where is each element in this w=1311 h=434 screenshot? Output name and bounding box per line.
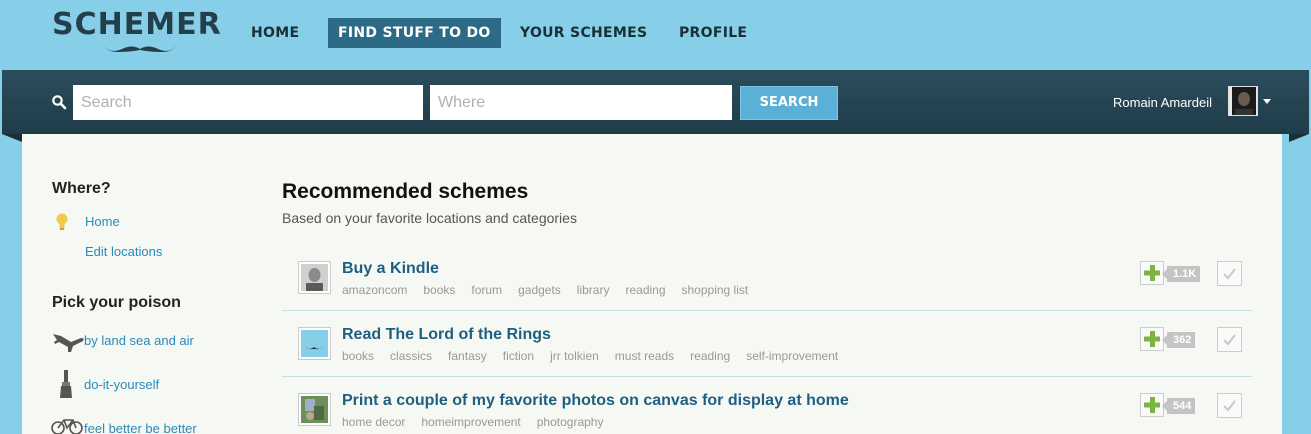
ribbon-corner-right — [1289, 134, 1309, 142]
category-by-land-sea-air[interactable]: by land sea and air — [84, 333, 194, 348]
where-heading: Where? — [52, 180, 111, 197]
tag[interactable]: library — [577, 283, 610, 297]
category-do-it-yourself[interactable]: do-it-yourself — [84, 377, 159, 392]
add-scheme-button[interactable] — [1140, 261, 1164, 285]
tag[interactable]: photography — [537, 415, 604, 429]
add-scheme-button[interactable] — [1140, 393, 1164, 417]
page-title: Recommended schemes — [282, 180, 529, 203]
top-nav: SCHEMER HOME FIND STUFF TO DO YOUR SCHEM… — [0, 0, 1311, 70]
schemer-logo-image — [301, 330, 328, 357]
plus-icon — [1144, 331, 1160, 347]
sidebar-home-link[interactable]: Home — [85, 214, 120, 229]
tag[interactable]: forum — [471, 283, 502, 297]
search-input[interactable] — [73, 85, 423, 120]
edit-locations-link[interactable]: Edit locations — [85, 244, 162, 259]
tag[interactable]: gadgets — [518, 283, 561, 297]
tag[interactable]: books — [423, 283, 455, 297]
add-scheme-button[interactable] — [1140, 327, 1164, 351]
search-button[interactable]: SEARCH — [740, 86, 838, 120]
kindle-avatar-image — [301, 264, 328, 291]
bicycle-icon — [51, 419, 83, 434]
ribbon-corner-left — [2, 134, 22, 142]
add-count-badge: 1.1K — [1161, 266, 1201, 282]
user-name[interactable]: Romain Amardeil — [1113, 95, 1212, 110]
add-count-badge: 544 — [1161, 398, 1196, 414]
paintbrush-icon — [60, 370, 72, 398]
scheme-title[interactable]: Print a couple of my favorite photos on … — [342, 392, 849, 410]
nav-home[interactable]: HOME — [251, 18, 299, 48]
airplane-icon — [53, 334, 84, 352]
where-input[interactable] — [430, 85, 732, 120]
add-count-badge: 362 — [1161, 332, 1196, 348]
tag[interactable]: fantasy — [448, 349, 487, 363]
scheme-thumbnail[interactable] — [298, 261, 331, 294]
check-icon — [1223, 268, 1236, 280]
scheme-thumbnail[interactable] — [298, 327, 331, 360]
tag[interactable]: amazoncom — [342, 283, 407, 297]
scheme-row: Print a couple of my favorite photos on … — [282, 385, 1252, 434]
tag[interactable]: must reads — [615, 349, 674, 363]
check-icon — [1223, 334, 1236, 346]
mark-done-button[interactable] — [1217, 327, 1242, 352]
divider — [282, 310, 1252, 311]
logo-text: SCHEMER — [52, 7, 222, 42]
tag[interactable]: classics — [390, 349, 432, 363]
logo[interactable]: SCHEMER — [52, 8, 221, 58]
photo-thumbnail-image — [301, 396, 328, 423]
pick-your-poison-heading: Pick your poison — [52, 294, 181, 311]
avatar-image — [1229, 87, 1257, 115]
mustache-icon — [104, 46, 176, 52]
mark-done-button[interactable] — [1217, 393, 1242, 418]
chevron-down-icon[interactable] — [1263, 99, 1271, 104]
tag[interactable]: books — [342, 349, 374, 363]
avatar[interactable] — [1228, 86, 1258, 116]
tag[interactable]: home decor — [342, 415, 405, 429]
tag[interactable]: reading — [625, 283, 665, 297]
tag[interactable]: reading — [690, 349, 730, 363]
plus-icon — [1144, 397, 1160, 413]
search-icon — [52, 95, 67, 110]
tag[interactable]: jrr tolkien — [550, 349, 599, 363]
scheme-title[interactable]: Read The Lord of the Rings — [342, 326, 551, 344]
category-feel-better[interactable]: feel better be better — [84, 421, 197, 434]
scheme-thumbnail[interactable] — [298, 393, 331, 426]
mark-done-button[interactable] — [1217, 261, 1242, 286]
tag[interactable]: shopping list — [682, 283, 749, 297]
page-subtitle: Based on your favorite locations and cat… — [282, 210, 577, 226]
plus-icon — [1144, 265, 1160, 281]
scheme-tags: home decor homeimprovement photography — [342, 415, 619, 429]
nav-profile[interactable]: PROFILE — [679, 18, 747, 48]
lightbulb-icon — [56, 213, 68, 230]
tag[interactable]: homeimprovement — [421, 415, 520, 429]
tag[interactable]: fiction — [503, 349, 534, 363]
check-icon — [1223, 400, 1236, 412]
divider — [282, 376, 1252, 377]
tag[interactable]: self-improvement — [746, 349, 838, 363]
scheme-title[interactable]: Buy a Kindle — [342, 260, 439, 278]
scheme-tags: books classics fantasy fiction jrr tolkien mu… — [342, 349, 854, 363]
scheme-tags: amazoncom books forum gadgets library reading… — [342, 283, 764, 297]
nav-your-schemes[interactable]: YOUR SCHEMES — [520, 18, 647, 48]
nav-find-stuff[interactable]: FIND STUFF TO DO — [328, 18, 501, 48]
